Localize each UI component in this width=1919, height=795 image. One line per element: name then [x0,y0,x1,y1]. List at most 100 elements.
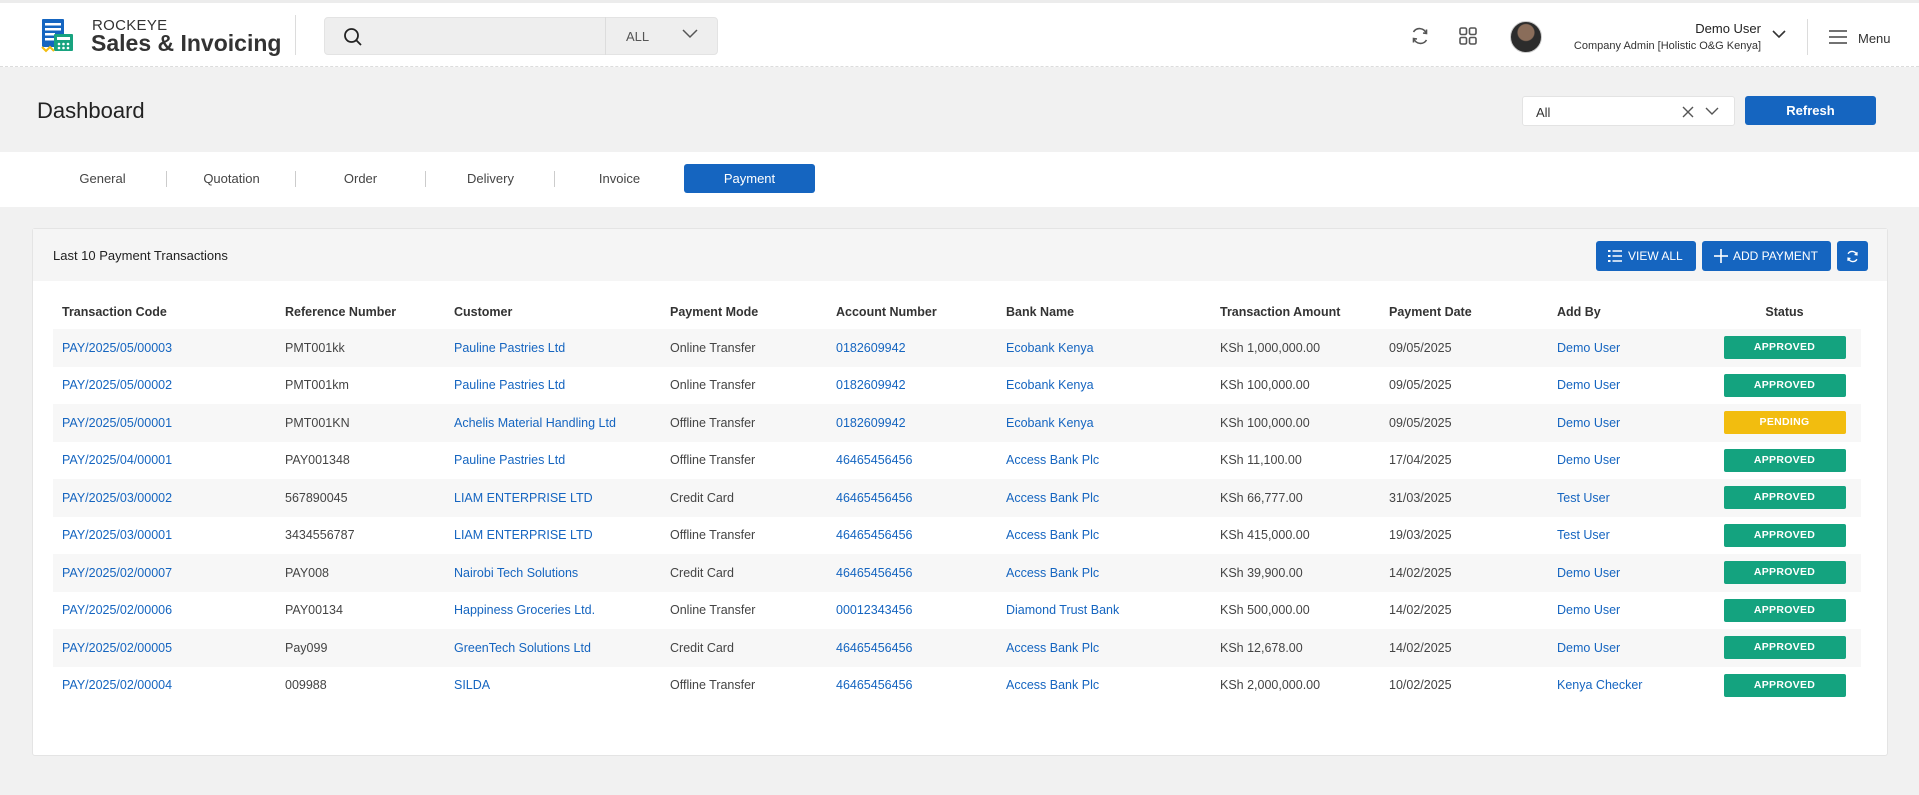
table-row[interactable]: PAY/2025/03/00002 567890045 LIAM ENTERPRIS… [53,479,1861,517]
column-header[interactable]: Transaction Amount [1211,294,1380,329]
table-row[interactable]: PAY/2025/02/00006 PAY00134 Happiness Groce… [53,592,1861,630]
table-row[interactable]: PAY/2025/03/00001 3434556787 LIAM ENTERPRI… [53,517,1861,555]
tab-general[interactable]: General [37,164,168,193]
dashboard-tabs: General Quotation Order Delivery Invoice… [0,152,1919,207]
added-by-link[interactable]: Kenya Checker [1548,667,1708,705]
transaction-code-link[interactable]: PAY/2025/05/00003 [53,329,276,367]
account-number-link[interactable]: 46465456456 [827,629,997,667]
status-badge: APPROVED [1723,486,1846,510]
bank-name-link[interactable]: Ecobank Kenya [997,404,1211,442]
account-number-link[interactable]: 0182609942 [827,329,997,367]
table-row[interactable]: PAY/2025/02/00005 Pay099 GreenTech Solutio… [53,629,1861,667]
avatar[interactable] [1510,21,1542,53]
customer-link[interactable]: Pauline Pastries Ltd [445,367,661,405]
transaction-code-link[interactable]: PAY/2025/03/00001 [53,517,276,555]
refresh-button[interactable]: Refresh [1745,96,1876,125]
bank-name-link[interactable]: Access Bank Plc [997,554,1211,592]
bank-name-link[interactable]: Ecobank Kenya [997,329,1211,367]
company-filter-select[interactable]: All [1522,96,1735,126]
column-header[interactable]: Add By [1548,294,1708,329]
search-scope-select[interactable]: ALL [605,17,718,55]
payment-mode: Offline Transfer [670,453,756,468]
transaction-code-link[interactable]: PAY/2025/04/00001 [53,442,276,480]
customer-link[interactable]: LIAM ENTERPRISE LTD [445,479,661,517]
tab-payment[interactable]: Payment [684,164,815,193]
user-name[interactable]: Demo User [1695,21,1761,36]
clear-icon[interactable] [1682,106,1694,118]
transaction-code-link[interactable]: PAY/2025/02/00007 [53,554,276,592]
column-header[interactable]: Account Number [827,294,997,329]
account-number-link[interactable]: 0182609942 [827,404,997,442]
view-all-button[interactable]: VIEW ALL [1596,241,1696,271]
bank-name-link[interactable]: Diamond Trust Bank [997,592,1211,630]
added-by-link[interactable]: Demo User [1548,442,1708,480]
reference-number: PMT001KN [285,415,350,430]
column-header[interactable]: Payment Date [1380,294,1548,329]
added-by-link[interactable]: Test User [1548,479,1708,517]
hamburger-icon[interactable] [1829,30,1847,44]
table-row[interactable]: PAY/2025/05/00001 PMT001KN Achelis Materia… [53,404,1861,442]
bank-name-link[interactable]: Access Bank Plc [997,629,1211,667]
column-header[interactable]: Payment Mode [661,294,827,329]
bank-name-link[interactable]: Access Bank Plc [997,667,1211,705]
account-number-link[interactable]: 46465456456 [827,667,997,705]
status-cell: APPROVED [1708,329,1861,367]
added-by-link[interactable]: Test User [1548,517,1708,555]
customer-link[interactable]: Pauline Pastries Ltd [445,329,661,367]
transaction-amount: KSh 66,777.00 [1220,490,1303,505]
reload-table-button[interactable] [1837,241,1868,271]
account-number-link[interactable]: 00012343456 [827,592,997,630]
bank-name-link[interactable]: Ecobank Kenya [997,367,1211,405]
table-row[interactable]: PAY/2025/02/00007 PAY008 Nairobi Tech Solu… [53,554,1861,592]
bank-name-link[interactable]: Access Bank Plc [997,479,1211,517]
transaction-code-link[interactable]: PAY/2025/05/00002 [53,367,276,405]
tab-quotation[interactable]: Quotation [166,164,297,193]
table-row[interactable]: PAY/2025/05/00002 PMT001km Pauline Pastrie… [53,367,1861,405]
account-number-link[interactable]: 0182609942 [827,367,997,405]
tab-delivery[interactable]: Delivery [425,164,556,193]
apps-grid-icon[interactable] [1457,25,1479,47]
menu-button[interactable]: Menu [1858,31,1891,46]
transaction-code-link[interactable]: PAY/2025/05/00001 [53,404,276,442]
tab-order[interactable]: Order [295,164,426,193]
column-header[interactable]: Customer [445,294,661,329]
customer-link[interactable]: Happiness Groceries Ltd. [445,592,661,630]
refresh-icon[interactable] [1409,25,1431,47]
bank-name-link[interactable]: Access Bank Plc [997,517,1211,555]
tab-invoice[interactable]: Invoice [554,164,685,193]
transaction-amount: KSh 500,000.00 [1220,603,1310,618]
list-icon [1608,250,1622,262]
account-number-link[interactable]: 46465456456 [827,517,997,555]
account-number-link[interactable]: 46465456456 [827,554,997,592]
customer-link[interactable]: LIAM ENTERPRISE LTD [445,517,661,555]
add-payment-button[interactable]: ADD PAYMENT [1702,241,1831,271]
customer-link[interactable]: Nairobi Tech Solutions [445,554,661,592]
table-row[interactable]: PAY/2025/02/00004 009988 SILDA Offline Tran… [53,667,1861,705]
invoice-logo-icon[interactable] [40,17,76,53]
transaction-code-link[interactable]: PAY/2025/02/00006 [53,592,276,630]
column-header[interactable]: Bank Name [997,294,1211,329]
added-by-link[interactable]: Demo User [1548,554,1708,592]
account-number-link[interactable]: 46465456456 [827,442,997,480]
added-by-link[interactable]: Demo User [1548,404,1708,442]
column-header[interactable]: Transaction Code [53,294,276,329]
transaction-code-link[interactable]: PAY/2025/02/00005 [53,629,276,667]
customer-link[interactable]: GreenTech Solutions Ltd [445,629,661,667]
customer-link[interactable]: Achelis Material Handling Ltd [445,404,661,442]
table-row[interactable]: PAY/2025/05/00003 PMT001kk Pauline Pastrie… [53,329,1861,367]
bank-name-link[interactable]: Access Bank Plc [997,442,1211,480]
customer-link[interactable]: Pauline Pastries Ltd [445,442,661,480]
account-number-link[interactable]: 46465456456 [827,479,997,517]
customer-link[interactable]: SILDA [445,667,661,705]
chevron-down-icon[interactable] [1771,27,1787,41]
added-by-link[interactable]: Demo User [1548,592,1708,630]
search-icon[interactable] [343,27,363,47]
table-row[interactable]: PAY/2025/04/00001 PAY001348 Pauline Pastri… [53,442,1861,480]
added-by-link[interactable]: Demo User [1548,629,1708,667]
column-header[interactable]: Reference Number [276,294,445,329]
added-by-link[interactable]: Demo User [1548,367,1708,405]
column-header[interactable]: Status [1708,294,1861,329]
transaction-code-link[interactable]: PAY/2025/03/00002 [53,479,276,517]
added-by-link[interactable]: Demo User [1548,329,1708,367]
transaction-code-link[interactable]: PAY/2025/02/00004 [53,667,276,705]
